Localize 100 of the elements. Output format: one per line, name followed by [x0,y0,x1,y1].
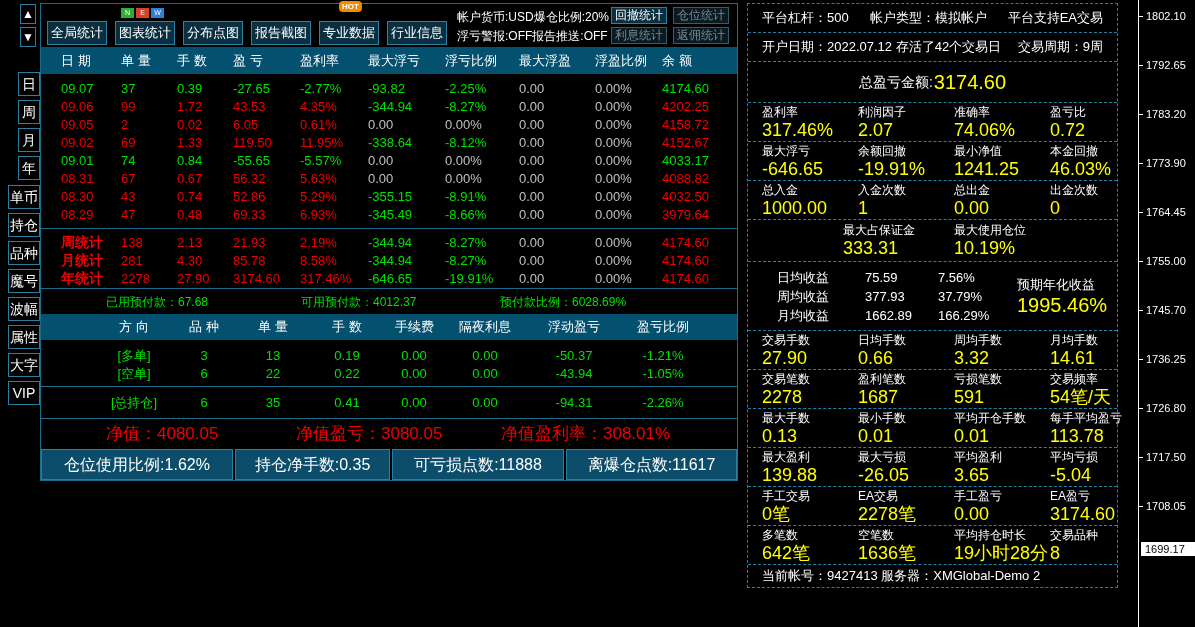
income-text: 75.59 [865,268,899,286]
table-cell-text: 周统计 [61,233,104,252]
stat-label: 平均盈利 [954,449,1003,465]
stat-label: 盈亏比 [1050,104,1087,120]
price-label: 1745.70 [1146,302,1186,318]
period-tab[interactable]: 日 [18,72,40,96]
price-label: 1773.90 [1146,155,1186,171]
table-cell-text: -344.94 [368,251,414,270]
stat-value: 139.88 [762,464,819,485]
table-cell-text: 2278 [121,269,151,288]
toolbar-button[interactable]: 报告截图 [251,21,311,45]
stat-button[interactable]: 回撤统计 [611,7,668,24]
stat-value: 1687 [858,386,900,407]
table-cell-text: 08.31 [61,170,95,188]
table-cell-text: 0.84 [177,152,204,170]
table-cell-text: 0.00 [400,347,428,365]
table-cell-text: -8.66% [445,206,488,224]
stat-value: 0.00 [954,503,991,524]
table-cell-text: 08.30 [61,188,95,206]
summary-stat-box: 仓位使用比例:1.62% [41,449,233,480]
stat-value: 3.32 [954,347,991,368]
stat-label: 出金次数 [1050,182,1099,198]
table-cell-text: 09.02 [61,134,95,152]
stat-label: 亏损笔数 [954,371,1003,387]
stat-value: 642笔 [762,542,812,563]
column-header: 盈利率 [300,51,340,70]
table-cell-text: 37 [121,80,137,98]
column-header: 单 量 [257,318,289,337]
table-cell-text: 11.95% [300,134,345,152]
hot-badge: HOT [339,1,362,13]
column-header: 盈亏比例 [636,318,690,337]
table-cell-text: -1.05% [641,365,685,383]
stat-value: 2278笔 [858,503,918,524]
table-cell-text: 2 [121,116,130,134]
table-cell-text: 85.78 [233,251,267,270]
table-cell-text: 0.00% [595,152,633,170]
table-cell-text: -8.27% [445,251,488,270]
stat-value: 14.61 [1050,347,1097,368]
scroll-button[interactable]: ▲ [20,4,36,24]
table-cell-text: -355.15 [368,188,414,206]
stat-label: 本金回撤 [1050,143,1099,159]
table-cell-text: 0.00% [595,116,633,134]
tool-button[interactable]: 持仓 [8,213,40,237]
table-cell-text: 0.00 [400,365,428,383]
table-cell-text: 35 [264,393,282,412]
table-cell-text: 2.19% [300,233,338,252]
table-cell-text: 0.00 [519,80,546,98]
tool-button[interactable]: 魔号 [8,269,40,293]
period-tab[interactable]: 年 [18,156,40,180]
table-cell-text: 0.61% [300,116,338,134]
tool-button[interactable]: 属性 [8,325,40,349]
table-cell-text: 0.67 [177,170,204,188]
table-cell-text: 0.00 [400,393,428,412]
table-cell-text: 0.00 [519,98,546,116]
toolbar-button[interactable]: 专业数据 [319,21,379,45]
stat-label: 交易频率 [1050,371,1099,387]
table-cell-text: 74 [121,152,137,170]
stat-label: 手工盈亏 [954,488,1003,504]
table-cell-text: 0.41 [333,393,361,412]
period-tab[interactable]: 月 [18,128,40,152]
table-cell-text: 0.22 [333,365,361,383]
table-cell-text: 0.00 [519,170,546,188]
table-cell-text: 4174.60 [662,80,710,98]
toolbar-button[interactable]: 全局统计 [47,21,107,45]
table-cell-text: 67 [121,170,137,188]
stat-value: 333.31 [843,238,900,258]
tool-button[interactable]: 品种 [8,241,40,265]
toolbar-button[interactable]: 行业信息 [387,21,447,45]
toolbar-button[interactable]: 分布点图 [183,21,243,45]
table-cell-text: 27.90 [177,269,211,288]
prepay-text: 可用预付款：4012.37 [301,293,418,311]
stat-value: 74.06% [954,119,1017,140]
stat-label: 最大使用仓位 [954,223,1027,238]
tool-button[interactable]: 大字 [8,353,40,377]
stat-label: 周均手数 [954,332,1003,348]
table-cell-text: 0.00 [519,269,546,288]
table-cell-text: 0.00% [595,251,633,270]
net-value-text: 净值盈亏：3080.05 [296,423,444,446]
table-cell-text: 4033.17 [662,152,710,170]
stat-value: 0.01 [858,425,895,446]
stat-label: 交易品种 [1050,527,1099,543]
stat-label: 平均持仓时长 [954,527,1027,543]
stat-value: 2.07 [858,119,895,140]
income-text: 377.93 [865,287,906,305]
tool-button[interactable]: 单币 [8,185,40,209]
stat-value: -5.04 [1050,464,1093,485]
table-cell-text: 0.00 [471,393,499,412]
period-tab[interactable]: 周 [18,100,40,124]
table-cell-text: 8.58% [300,251,338,270]
account-server-text: 当前帐号：9427413 服务器：XMGlobal-Demo 2 [762,567,1041,586]
stat-value: 46.03% [1050,158,1113,179]
column-header: 品 种 [188,318,220,337]
tool-button[interactable]: 波幅 [8,297,40,321]
stat-label: 最大占保证金 [843,223,916,238]
tool-button[interactable]: VIP [8,381,40,405]
table-cell-text: -2.77% [300,80,343,98]
scroll-button[interactable]: ▼ [20,27,36,47]
toolbar-button[interactable]: 图表统计 [115,21,175,45]
table-cell-text: 317.46% [300,269,353,288]
stat-value: 54笔/天 [1050,386,1113,407]
